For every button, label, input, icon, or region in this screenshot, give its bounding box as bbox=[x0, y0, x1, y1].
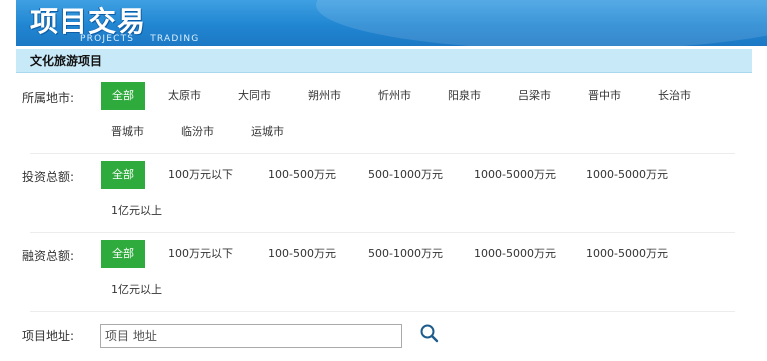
filter-option[interactable]: 100-500万元 bbox=[268, 161, 336, 189]
filter-label: 所属地市: bbox=[22, 91, 75, 105]
filter-option[interactable]: 1000-5000万元 bbox=[474, 240, 556, 268]
filter-option[interactable]: 500-1000万元 bbox=[368, 240, 443, 268]
filter-option[interactable]: 太原市 bbox=[168, 82, 201, 110]
filter-option[interactable]: 临汾市 bbox=[181, 118, 214, 146]
banner-subtitle: PROJECTS TRADING bbox=[80, 34, 215, 44]
filter-option[interactable]: 运城市 bbox=[251, 118, 284, 146]
row-divider bbox=[30, 311, 735, 312]
filter-option[interactable]: 1亿元以上 bbox=[111, 276, 162, 304]
filter-option-all[interactable]: 全部 bbox=[101, 161, 145, 189]
filter-option[interactable]: 晋中市 bbox=[588, 82, 621, 110]
filter-option[interactable]: 忻州市 bbox=[378, 82, 411, 110]
filter-option[interactable]: 100万元以下 bbox=[168, 240, 233, 268]
filter-option[interactable]: 朔州市 bbox=[308, 82, 341, 110]
filter-option[interactable]: 1000-5000万元 bbox=[586, 161, 668, 189]
address-input[interactable] bbox=[100, 324, 402, 348]
filter-option[interactable]: 大同市 bbox=[238, 82, 271, 110]
section-title: 文化旅游项目 bbox=[16, 49, 752, 73]
filter-label: 融资总额: bbox=[22, 249, 75, 263]
filter-option[interactable]: 长治市 bbox=[658, 82, 691, 110]
filter-option[interactable]: 500-1000万元 bbox=[368, 161, 443, 189]
banner-subtitle-word: PROJECTS bbox=[80, 34, 135, 44]
filter-option[interactable]: 吕梁市 bbox=[518, 82, 551, 110]
filter-option[interactable]: 1000-5000万元 bbox=[474, 161, 556, 189]
filter-option[interactable]: 100-500万元 bbox=[268, 240, 336, 268]
banner-decoration bbox=[316, 0, 767, 46]
filter-option-all[interactable]: 全部 bbox=[101, 82, 145, 110]
filter-label: 投资总额: bbox=[22, 170, 75, 184]
filter-option[interactable]: 100万元以下 bbox=[168, 161, 233, 189]
filter-option[interactable]: 晋城市 bbox=[111, 118, 144, 146]
header-banner: 项目交易 PROJECTS TRADING bbox=[16, 0, 767, 46]
filter-option[interactable]: 1亿元以上 bbox=[111, 197, 162, 225]
address-label: 项目地址: bbox=[22, 329, 75, 343]
filter-option[interactable]: 1000-5000万元 bbox=[586, 240, 668, 268]
filter-option[interactable]: 阳泉市 bbox=[448, 82, 481, 110]
row-divider bbox=[30, 232, 735, 233]
banner-subtitle-word: TRADING bbox=[150, 34, 200, 44]
search-icon[interactable] bbox=[418, 322, 440, 344]
filter-option-all[interactable]: 全部 bbox=[101, 240, 145, 268]
row-divider bbox=[30, 153, 735, 154]
